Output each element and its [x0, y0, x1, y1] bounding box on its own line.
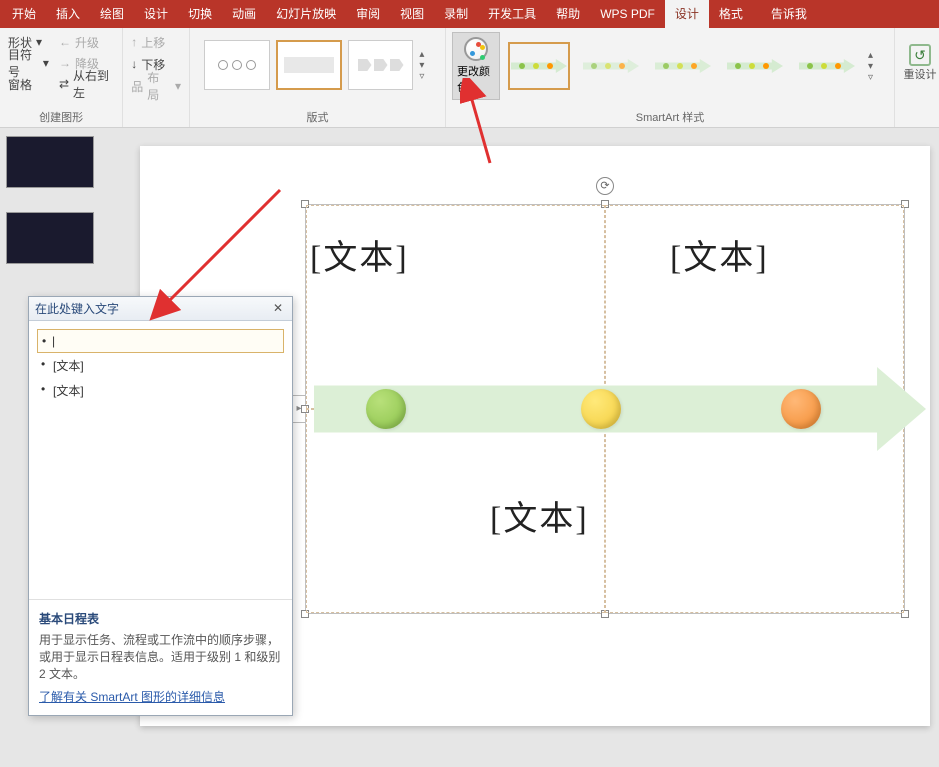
textpane-close-button[interactable]: ✕ — [270, 301, 286, 317]
layouts-more[interactable]: ▴▾▿ — [419, 49, 431, 82]
menubar: 开始 插入 绘图 设计 切换 动画 幻灯片放映 审阅 视图 录制 开发工具 帮助… — [0, 0, 939, 28]
group-shapes-label: 创建图形 — [6, 107, 116, 125]
tab-design[interactable]: 设计 — [134, 0, 178, 28]
textpane-body[interactable]: [文本] [文本] — [29, 321, 292, 411]
tab-view[interactable]: 视图 — [390, 0, 434, 28]
layout-option-1[interactable] — [204, 40, 270, 90]
layout-option-2-selected[interactable] — [276, 40, 342, 90]
tab-smartart-design[interactable]: 设计 — [665, 0, 709, 28]
textpane-learn-more-link[interactable]: 了解有关 SmartArt 图形的详细信息 — [39, 688, 282, 705]
group-styles-label: SmartArt 样式 — [452, 107, 888, 125]
tab-devtools[interactable]: 开发工具 — [478, 0, 546, 28]
style-option-2[interactable] — [580, 42, 642, 90]
tab-slideshow[interactable]: 幻灯片放映 — [266, 0, 346, 28]
style-option-4[interactable] — [724, 42, 786, 90]
style-option-3[interactable] — [652, 42, 714, 90]
timeline-dot-1[interactable] — [366, 389, 406, 429]
ribbon: 形状 ▾ 目符号 ▾ 窗格 ← 升级 → 降级 ⇄ 从右到左 创建图形 ↑ 上移… — [0, 28, 939, 128]
smartart-text-1[interactable]: [文本] — [310, 230, 409, 279]
timeline-dot-2[interactable] — [581, 389, 621, 429]
reset-icon — [909, 44, 931, 66]
group-layouts-label: 版式 — [196, 107, 439, 125]
styles-gallery[interactable]: ▴▾▿ — [500, 32, 888, 90]
tab-transition[interactable]: 切换 — [178, 0, 222, 28]
textpane-footer-title: 基本日程表 — [39, 610, 282, 627]
textpane-item-3[interactable]: [文本] — [37, 378, 284, 403]
textpane-title: 在此处键入文字 — [35, 300, 119, 317]
slide-thumb-1[interactable] — [6, 136, 94, 188]
textpane-footer: 基本日程表 用于显示任务、流程或工作流中的顺序步骤，或用于显示日程表信息。适用于… — [29, 599, 292, 715]
reset-design-button[interactable]: 重设计 — [901, 32, 939, 82]
tab-tellme[interactable]: 告诉我 — [761, 0, 817, 28]
slide-thumb-2[interactable] — [6, 212, 94, 264]
tab-draw[interactable]: 绘图 — [90, 0, 134, 28]
textpane-footer-desc: 用于显示任务、流程或工作流中的顺序步骤，或用于显示日程表信息。适用于级别 1 和… — [39, 631, 282, 682]
textpane-header[interactable]: 在此处键入文字 ✕ — [29, 297, 292, 321]
style-option-1-selected[interactable] — [508, 42, 570, 90]
tab-start[interactable]: 开始 — [2, 0, 46, 28]
styles-more[interactable]: ▴▾▿ — [868, 50, 880, 83]
change-colors-button[interactable]: 更改颜色 — [452, 32, 500, 100]
layouts-gallery[interactable]: ▴▾▿ — [196, 32, 439, 90]
timeline-dot-3[interactable] — [781, 389, 821, 429]
smartart-text-2[interactable]: [文本] — [670, 230, 769, 279]
tab-wpspdf[interactable]: WPS PDF — [590, 0, 665, 28]
ribbon-rtl[interactable]: ⇄ 从右到左 — [57, 74, 116, 94]
smartart-text-3[interactable]: [文本] — [490, 491, 589, 540]
ribbon-promote: ← 升级 — [57, 32, 116, 52]
tab-format[interactable]: 格式 — [709, 0, 753, 28]
tab-record[interactable]: 录制 — [434, 0, 478, 28]
layout-option-3[interactable] — [348, 40, 414, 90]
textpane-item-2[interactable]: [文本] — [37, 353, 284, 378]
smartart-text-pane[interactable]: 在此处键入文字 ✕ [文本] [文本] 基本日程表 用于显示任务、流程或工作流中… — [28, 296, 293, 716]
rotate-handle[interactable]: ⟳ — [596, 177, 614, 195]
palette-icon — [464, 37, 488, 61]
textpane-item-1-editing[interactable] — [37, 329, 284, 353]
ribbon-layout: 品 布局 ▾ — [129, 76, 183, 96]
ribbon-moveup: ↑ 上移 — [129, 32, 183, 52]
tab-insert[interactable]: 插入 — [46, 0, 90, 28]
tab-review[interactable]: 审阅 — [346, 0, 390, 28]
tab-animation[interactable]: 动画 — [222, 0, 266, 28]
style-option-5[interactable] — [796, 42, 858, 90]
ribbon-textpane[interactable]: 窗格 — [6, 74, 51, 94]
tab-help[interactable]: 帮助 — [546, 0, 590, 28]
ribbon-bullet[interactable]: 目符号 ▾ — [6, 53, 51, 73]
